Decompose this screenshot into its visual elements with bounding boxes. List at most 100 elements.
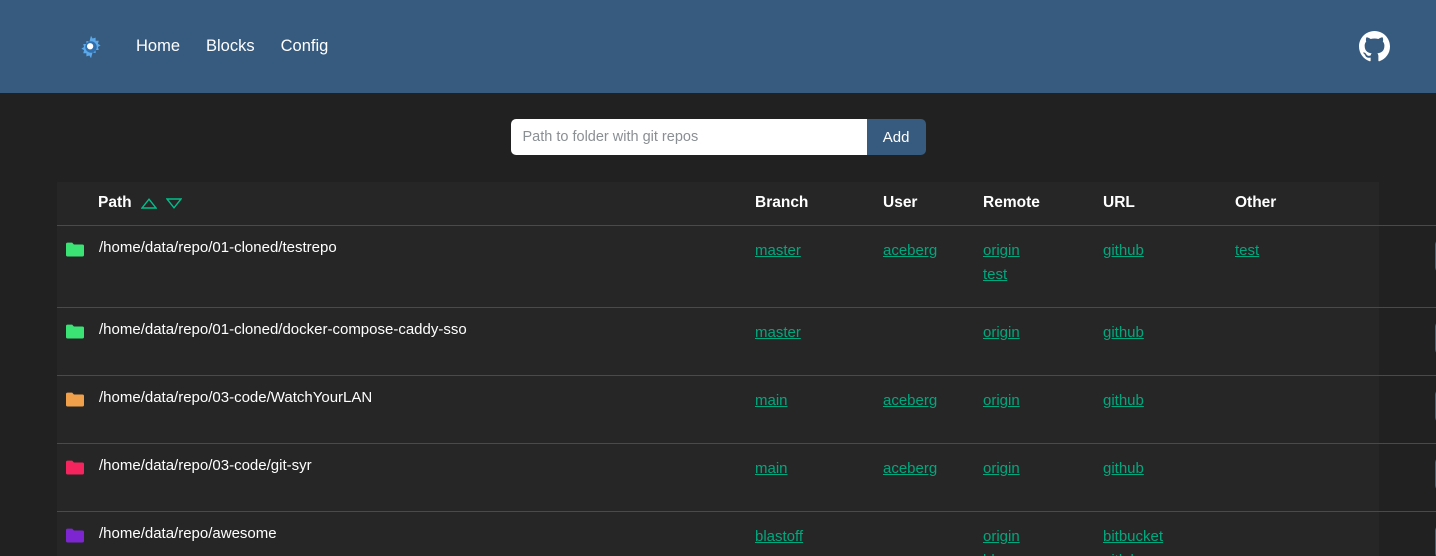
column-header-path: Path <box>57 182 755 226</box>
table-row: /home/data/repo/03-code/WatchYourLAN main… <box>57 375 1436 444</box>
column-header-url: URL <box>1103 182 1235 226</box>
branch-link[interactable]: main <box>755 457 788 481</box>
navbar-right <box>1359 31 1390 62</box>
brand-logo-link[interactable] <box>78 34 123 60</box>
cell-user: aceberg <box>883 225 983 308</box>
url-link[interactable]: github <box>1103 389 1144 413</box>
repo-path-text: /home/data/repo/03-code/WatchYourLAN <box>99 389 373 406</box>
user-link[interactable]: aceberg <box>883 239 937 263</box>
url-link[interactable]: github <box>1103 321 1144 345</box>
cell-branch: master <box>755 225 883 308</box>
cell-path: /home/data/repo/01-cloned/testrepo <box>57 225 755 308</box>
cell-user: aceberg <box>883 375 983 444</box>
cell-url: github <box>1103 443 1235 512</box>
remote-link[interactable]: origin <box>983 321 1020 345</box>
column-header-path-label: Path <box>98 194 132 211</box>
table-row: /home/data/repo/01-cloned/testrepo master… <box>57 225 1436 308</box>
repo-path-text: /home/data/repo/01-cloned/docker-compose… <box>99 321 467 338</box>
repo-path-input[interactable] <box>510 119 867 155</box>
cell-branch: main <box>755 375 883 444</box>
column-header-remote: Remote <box>983 182 1103 226</box>
cell-path: /home/data/repo/03-code/git-syr <box>57 443 755 512</box>
cell-actions <box>1355 307 1436 376</box>
user-link[interactable]: aceberg <box>883 389 937 413</box>
cell-user <box>883 307 983 376</box>
folder-icon <box>66 460 84 475</box>
add-repo-bar: Add <box>0 93 1436 155</box>
cell-branch: main <box>755 443 883 512</box>
cell-remote: origin <box>983 307 1103 376</box>
cell-actions <box>1355 225 1436 308</box>
user-link[interactable]: aceberg <box>883 457 937 481</box>
nav-item-blocks[interactable]: Blocks <box>193 32 268 61</box>
remote-link[interactable]: origin <box>983 239 1020 263</box>
repo-path-text: /home/data/repo/awesome <box>99 525 277 542</box>
cell-remote: origin test <box>983 225 1103 308</box>
github-icon <box>1359 31 1390 62</box>
gear-icon <box>81 35 101 58</box>
cell-other <box>1235 375 1355 444</box>
cell-path: /home/data/repo/awesome <box>57 511 755 556</box>
repo-path-text: /home/data/repo/03-code/git-syr <box>99 457 312 474</box>
cell-remote: origin <box>983 375 1103 444</box>
cell-other <box>1235 307 1355 376</box>
remote-link[interactable]: origin <box>983 525 1020 549</box>
cell-branch: master <box>755 307 883 376</box>
repo-path-text: /home/data/repo/01-cloned/testrepo <box>99 239 337 256</box>
folder-icon <box>66 324 84 339</box>
branch-link[interactable]: master <box>755 321 801 345</box>
cell-other <box>1235 443 1355 512</box>
remote-link[interactable]: test <box>983 263 1007 287</box>
nav-item-home[interactable]: Home <box>123 32 193 61</box>
cell-url: github <box>1103 225 1235 308</box>
folder-icon <box>66 392 84 407</box>
folder-icon <box>66 242 84 257</box>
triangle-down-icon[interactable] <box>165 197 182 209</box>
url-link[interactable]: github <box>1103 239 1144 263</box>
cell-branch: blastoff <box>755 511 883 556</box>
cell-remote: origin <box>983 443 1103 512</box>
top-navbar: Home Blocks Config <box>0 0 1436 93</box>
triangle-up-icon[interactable] <box>140 197 157 209</box>
folder-icon <box>66 528 84 543</box>
table-row: /home/data/repo/01-cloned/docker-compose… <box>57 307 1436 376</box>
github-link[interactable] <box>1359 31 1390 62</box>
remote-link[interactable]: origin <box>983 389 1020 413</box>
cell-actions <box>1355 511 1436 556</box>
remote-link[interactable]: bb <box>983 549 1000 556</box>
other-link[interactable]: test <box>1235 239 1259 263</box>
cell-path: /home/data/repo/01-cloned/docker-compose… <box>57 307 755 376</box>
repos-table-container: Path Branch User Remote URL Other /home/… <box>57 182 1436 556</box>
table-body: /home/data/repo/01-cloned/testrepo master… <box>57 225 1436 556</box>
url-link[interactable]: github <box>1103 457 1144 481</box>
cell-url: github <box>1103 307 1235 376</box>
nav-item-config[interactable]: Config <box>268 32 342 61</box>
cell-remote: originbball <box>983 511 1103 556</box>
cell-url: bitbucketgitlab <box>1103 511 1235 556</box>
table-head: Path Branch User Remote URL Other <box>57 182 1436 226</box>
column-header-other: Other <box>1235 182 1355 226</box>
url-link[interactable]: gitlab <box>1103 549 1139 556</box>
cell-actions <box>1355 443 1436 512</box>
column-header-actions <box>1355 182 1436 226</box>
table-row: /home/data/repo/03-code/git-syr main acebe… <box>57 443 1436 512</box>
table-header-row: Path Branch User Remote URL Other <box>57 182 1436 226</box>
cell-url: github <box>1103 375 1235 444</box>
nav-links: Home Blocks Config <box>123 32 341 61</box>
column-header-branch: Branch <box>755 182 883 226</box>
branch-link[interactable]: blastoff <box>755 525 803 549</box>
cell-other: test <box>1235 225 1355 308</box>
branch-link[interactable]: master <box>755 239 801 263</box>
column-header-user: User <box>883 182 983 226</box>
cell-other <box>1235 511 1355 556</box>
repos-table: Path Branch User Remote URL Other /home/… <box>57 182 1436 556</box>
cell-user: aceberg <box>883 443 983 512</box>
table-row: /home/data/repo/awesome blastoff originbba… <box>57 511 1436 556</box>
cell-user <box>883 511 983 556</box>
branch-link[interactable]: main <box>755 389 788 413</box>
cell-path: /home/data/repo/03-code/WatchYourLAN <box>57 375 755 444</box>
add-button[interactable]: Add <box>866 119 926 155</box>
url-link[interactable]: bitbucket <box>1103 525 1163 549</box>
cell-actions <box>1355 375 1436 444</box>
remote-link[interactable]: origin <box>983 457 1020 481</box>
